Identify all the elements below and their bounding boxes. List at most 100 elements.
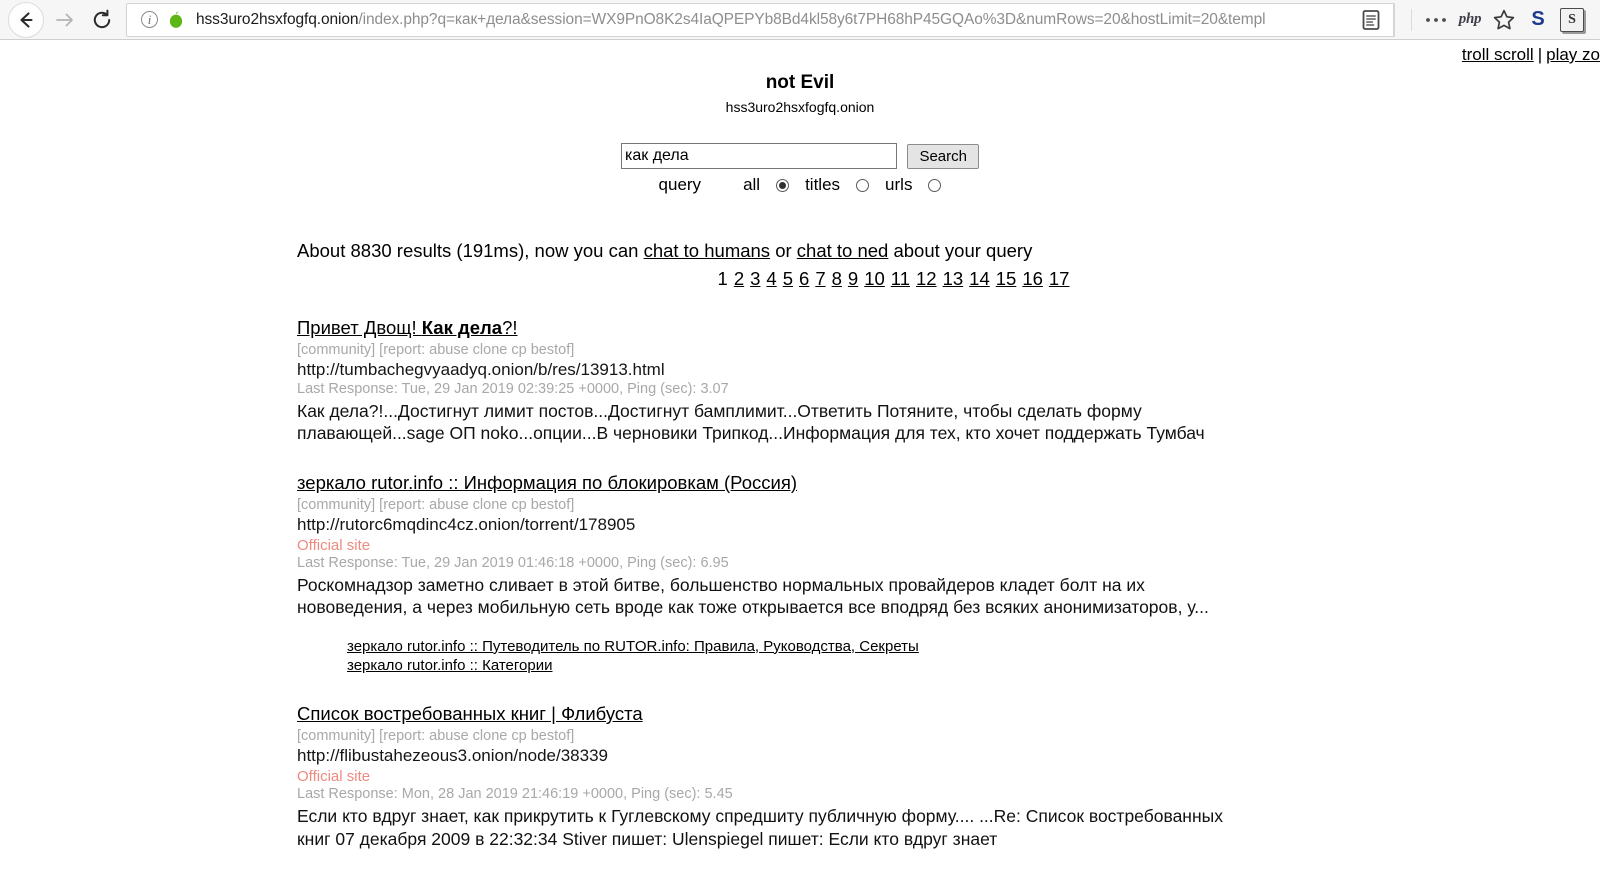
pagination: 1 2 3 4 5 6 7 8 9 10 11 12 13 14 15 16 17 xyxy=(297,268,1490,290)
option-label-all: all xyxy=(743,175,761,194)
result-title-highlight: Как дела xyxy=(421,317,503,338)
result-meta: Last Response: Tue, 29 Jan 2019 02:39:25… xyxy=(297,381,729,397)
site-onion-address: hss3uro2hsxfogfq.onion xyxy=(725,99,875,115)
radio-urls[interactable] xyxy=(928,178,942,192)
summary-mid: or xyxy=(770,240,797,261)
results-container: About 8830 results (191ms), now you can … xyxy=(297,240,1560,850)
query-label: query xyxy=(658,175,702,194)
site-header: not Evil hss3uro2hsxfogfq.onion xyxy=(0,40,1600,115)
radio-all[interactable] xyxy=(776,178,790,192)
page-link-17[interactable]: 17 xyxy=(1049,268,1070,289)
result-sublink[interactable]: зеркало rutor.info :: Путеводитель по RU… xyxy=(347,637,1560,657)
s-box-extension-button[interactable]: S xyxy=(1556,4,1588,36)
url-domain: hss3uro2hsxfogfq.onion xyxy=(196,10,359,28)
result-sublinks: зеркало rutor.info :: Путеводитель по RU… xyxy=(347,637,1560,677)
result-title-link[interactable]: Список востребованных книг | Флибуста xyxy=(297,703,643,724)
page-link-14[interactable]: 14 xyxy=(969,268,990,289)
result-tags[interactable]: [community] [report: abuse clone cp best… xyxy=(297,728,1560,744)
result-sublink[interactable]: зеркало rutor.info :: Категории xyxy=(347,656,1560,676)
page-link-12[interactable]: 12 xyxy=(916,268,937,289)
document-icon xyxy=(1362,9,1380,30)
option-label-titles: titles xyxy=(805,175,841,194)
result-snippet: Роскомнадзор заметно сливает в этой битв… xyxy=(297,574,1209,618)
results-list: Привет Двощ! Как дела?! [community] [repo… xyxy=(297,317,1560,850)
php-extension-button[interactable]: php xyxy=(1454,4,1486,36)
arrow-left-icon xyxy=(20,11,33,28)
page-content: troll scroll | play zo not Evil hss3uro2hs… xyxy=(0,40,1600,868)
star-icon xyxy=(1493,9,1515,29)
page-link-7[interactable]: 7 xyxy=(815,268,825,289)
arrow-right-icon xyxy=(56,13,73,26)
reload-icon xyxy=(93,9,111,28)
result-url: http://flibustahezeous3.onion/node/38339 xyxy=(297,746,608,766)
result-tags[interactable]: [community] [report: abuse clone cp best… xyxy=(297,497,1560,513)
browser-actions: php S S xyxy=(1395,2,1600,38)
search-input[interactable] xyxy=(621,143,897,169)
search-result: Список востребованных книг | Флибуста [co… xyxy=(297,703,1560,850)
url-fade-overlay xyxy=(1293,10,1353,29)
page-title: not Evil xyxy=(765,72,835,93)
address-bar-actions xyxy=(1353,3,1394,36)
page-link-2[interactable]: 2 xyxy=(734,268,744,289)
url-path: /index.php?q=как+дела&session=WX9PnO8K2s… xyxy=(358,10,1266,28)
url-text: hss3uro2hsxfogfq.onion/index.php?q=как+д… xyxy=(196,10,1353,29)
page-link-4[interactable]: 4 xyxy=(766,268,776,289)
page-link-10[interactable]: 10 xyxy=(864,268,885,289)
page-link-9[interactable]: 9 xyxy=(848,268,858,289)
radio-titles[interactable] xyxy=(856,178,870,192)
navigation-buttons xyxy=(0,1,120,38)
site-info-icon[interactable]: i xyxy=(141,11,158,28)
reload-button[interactable] xyxy=(84,2,120,38)
browser-toolbar: i hss3uro2hsxfogfq.onion/index.php?q=как… xyxy=(0,0,1600,40)
onion-icon xyxy=(169,11,183,28)
summary-suffix: about your query xyxy=(888,240,1033,261)
play-zone-link[interactable]: play zo xyxy=(1546,45,1600,64)
page-current: 1 xyxy=(717,268,728,289)
toolbar-divider xyxy=(1411,8,1412,31)
corner-links: troll scroll | play zo xyxy=(1462,45,1600,65)
s-box-glyph: S xyxy=(1560,7,1584,32)
result-tags[interactable]: [community] [report: abuse clone cp best… xyxy=(297,342,1560,358)
page-link-13[interactable]: 13 xyxy=(943,268,964,289)
official-site-badge: Official site xyxy=(297,768,371,786)
s-extension-button[interactable]: S xyxy=(1522,4,1554,36)
back-button[interactable] xyxy=(8,1,44,38)
page-link-5[interactable]: 5 xyxy=(783,268,793,289)
chat-to-humans-link[interactable]: chat to humans xyxy=(644,240,771,261)
official-site-badge: Official site xyxy=(297,536,371,554)
result-url: http://rutorc6mqdinc4cz.onion/torrent/17… xyxy=(297,514,636,534)
address-bar[interactable]: i hss3uro2hsxfogfq.onion/index.php?q=как… xyxy=(126,2,1395,37)
result-title-row: Привет Двощ! Как дела?! xyxy=(297,317,1560,339)
forward-button[interactable] xyxy=(46,2,82,38)
menu-dots-icon[interactable] xyxy=(1420,4,1452,36)
result-title-row: зеркало rutor.info :: Информация по блок… xyxy=(297,472,1560,494)
ellipsis-icon xyxy=(1426,17,1446,22)
search-result: зеркало rutor.info :: Информация по блок… xyxy=(297,472,1560,676)
bookmark-star-icon[interactable] xyxy=(1488,4,1520,36)
result-snippet: Если кто вдруг знает, как прикрутить к Г… xyxy=(297,806,1223,849)
results-summary: About 8830 results (191ms), now you can … xyxy=(297,240,1560,262)
search-form: Search query all titles urls xyxy=(0,143,1600,195)
page-link-6[interactable]: 6 xyxy=(799,268,809,289)
option-label-urls: urls xyxy=(885,175,913,194)
result-meta: Last Response: Tue, 29 Jan 2019 01:46:18… xyxy=(297,554,729,571)
result-title-link[interactable]: Привет Двощ! Как дела?! xyxy=(297,317,518,338)
corner-separator: | xyxy=(1537,45,1543,64)
reader-view-icon[interactable] xyxy=(1355,4,1387,36)
page-link-8[interactable]: 8 xyxy=(832,268,842,289)
result-url: http://tumbachegvyaadyq.onion/b/res/1391… xyxy=(297,360,665,379)
chat-to-ned-link[interactable]: chat to ned xyxy=(797,240,889,261)
page-link-3[interactable]: 3 xyxy=(750,268,760,289)
page-link-16[interactable]: 16 xyxy=(1022,268,1043,289)
page-link-11[interactable]: 11 xyxy=(891,268,910,289)
search-scope-options: query all titles urls xyxy=(0,175,1600,195)
result-meta: Last Response: Mon, 28 Jan 2019 21:46:19… xyxy=(297,786,733,803)
result-snippet: Как дела?!...Достигнут лимит постов...До… xyxy=(297,401,1205,444)
result-title-row: Список востребованных книг | Флибуста xyxy=(297,703,1560,725)
page-link-15[interactable]: 15 xyxy=(996,268,1017,289)
troll-scroll-link[interactable]: troll scroll xyxy=(1462,45,1534,64)
search-result: Привет Двощ! Как дела?! [community] [repo… xyxy=(297,317,1560,445)
search-button[interactable]: Search xyxy=(907,143,979,169)
address-bar-icons: i xyxy=(127,10,196,30)
result-title-link[interactable]: зеркало rutor.info :: Информация по блок… xyxy=(297,472,797,493)
